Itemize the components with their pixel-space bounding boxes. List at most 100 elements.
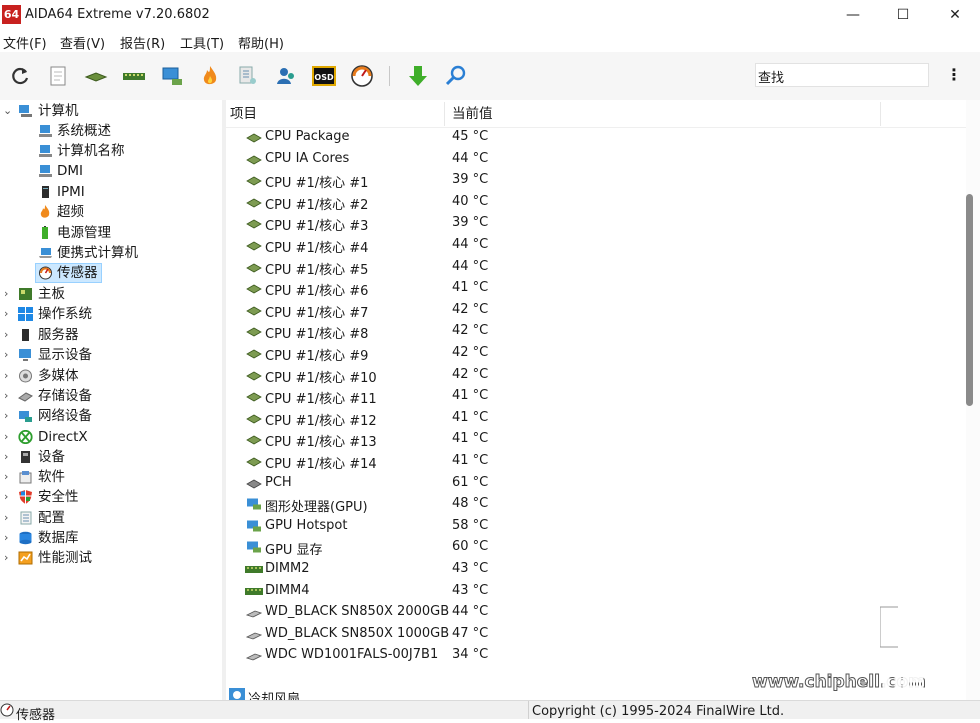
osd-icon[interactable]: OSD [312,64,336,88]
tree-item-dmi[interactable]: DMI [0,161,220,181]
tree-item-server[interactable]: › 服务器 [0,325,220,345]
tree-item-sensor[interactable]: 传感器 [35,263,102,283]
download-icon[interactable] [406,64,430,88]
expand-chevron-icon[interactable]: › [4,487,16,507]
sensor-row[interactable]: CPU #1/核心 #5 44 °C [226,257,966,279]
tree-item-devices[interactable]: › 设备 [0,447,220,467]
tree-item-database[interactable]: › 数据库 [0,528,220,548]
sensor-row[interactable]: CPU #1/核心 #11 41 °C [226,386,966,408]
tree-item-os[interactable]: › 操作系统 [0,304,220,324]
sensor-row[interactable]: CPU #1/核心 #9 42 °C [226,343,966,365]
tree-label: 操作系统 [38,306,92,322]
expand-chevron-icon[interactable]: › [4,528,16,548]
tree-item-motherboard[interactable]: › 主板 [0,284,220,304]
motherboard-icon[interactable] [84,64,108,88]
sensor-row[interactable]: CPU #1/核心 #10 42 °C [226,365,966,387]
user-icon[interactable] [274,64,298,88]
sensor-row[interactable]: CPU #1/核心 #7 42 °C [226,300,966,322]
tree-item-storage[interactable]: › 存储设备 [0,386,220,406]
sensor-row[interactable]: CPU #1/核心 #12 41 °C [226,408,966,430]
tree-label: 配置 [38,510,65,526]
search-icon[interactable] [444,64,468,88]
tree-item-config[interactable]: › 配置 [0,508,220,528]
tree-item-directx[interactable]: › DirectX [0,427,220,447]
network-icon[interactable] [236,64,260,88]
expand-chevron-icon[interactable]: › [4,467,16,487]
expand-chevron-icon[interactable]: › [4,508,16,528]
maximize-button[interactable]: ☐ [880,0,926,30]
tree-item-multimedia[interactable]: › 多媒体 [0,366,220,386]
tree-item-overclock[interactable]: 超频 [0,202,220,222]
more-options-button[interactable]: ⋮ [946,64,962,86]
tree-item-computer[interactable]: ⌄ 计算机 [0,101,220,121]
sensor-row[interactable]: CPU #1/核心 #8 42 °C [226,321,966,343]
expand-chevron-icon[interactable]: › [4,548,16,568]
computer-icon[interactable] [160,64,184,88]
expand-chevron-icon[interactable]: › [4,284,16,304]
column-header-item[interactable]: 项目 [230,102,445,126]
tree-label: 数据库 [38,530,79,546]
sensor-row[interactable]: WD_BLACK SN850X 1000GB 47 °C [226,624,966,646]
memory-icon[interactable] [122,64,146,88]
sensor-row[interactable]: 图形处理器(GPU) 48 °C [226,494,966,516]
expand-chevron-icon[interactable]: › [4,304,16,324]
tree-item-power-management[interactable]: 电源管理 [0,223,220,243]
sensor-row[interactable]: CPU #1/核心 #2 40 °C [226,192,966,214]
sensor-row[interactable]: DIMM2 43 °C [226,559,966,581]
sensor-cpu-icon [246,155,262,165]
tree-item-ipmi[interactable]: IPMI [0,182,220,202]
expand-chevron-icon[interactable]: › [4,345,16,365]
sensor-row[interactable]: CPU #1/核心 #4 44 °C [226,235,966,257]
menu-tools[interactable]: 工具(T) [180,33,224,52]
sensor-row[interactable]: CPU #1/核心 #1 39 °C [226,170,966,192]
expand-chevron-icon[interactable]: › [4,447,16,467]
sensor-row[interactable]: CPU #1/核心 #3 39 °C [226,213,966,235]
sensor-row[interactable]: PCH 61 °C [226,473,966,495]
tree-label: 便携式计算机 [57,245,138,261]
sensor-row[interactable]: CPU #1/核心 #14 41 °C [226,451,966,473]
expand-chevron-icon[interactable]: › [4,386,16,406]
tree-item-computer-name[interactable]: 计算机名称 [0,141,220,161]
sensor-row[interactable]: CPU IA Cores 44 °C [226,149,966,171]
network-icon [19,411,32,422]
menu-report[interactable]: 报告(R) [120,33,165,52]
column-header-value[interactable]: 当前值 [452,102,881,126]
drive-icon [18,392,33,402]
sensor-row[interactable]: CPU Package 45 °C [226,127,966,149]
sensor-row[interactable]: WD_BLACK SN850X 2000GB 44 °C [226,602,966,624]
tree-item-portable-computer[interactable]: 便携式计算机 [0,243,220,263]
expand-chevron-icon[interactable]: › [4,406,16,426]
tree-item-security[interactable]: › 安全性 [0,487,220,507]
expand-chevron-icon[interactable]: › [4,325,16,345]
computer-icon [39,145,52,157]
expand-chevron-icon[interactable]: › [4,427,16,447]
sensor-row[interactable]: CPU #1/核心 #6 41 °C [226,278,966,300]
gauge-icon[interactable] [350,64,374,88]
menu-view[interactable]: 查看(V) [60,33,105,52]
close-button[interactable]: ✕ [932,0,978,30]
tree-item-benchmark[interactable]: › 性能测试 [0,548,220,568]
sensor-cpu-icon [246,435,262,445]
vertical-scrollbar[interactable] [966,100,980,700]
search-input[interactable]: 查找 [755,63,929,87]
refresh-icon[interactable] [8,64,32,88]
report-icon[interactable] [46,64,70,88]
tree-item-software[interactable]: › 软件 [0,467,220,487]
sensor-row[interactable]: WDC WD1001FALS-00J7B1 34 °C [226,645,966,667]
sensor-row[interactable]: GPU 显存 60 °C [226,537,966,559]
tree-item-system-summary[interactable]: 系统概述 [0,121,220,141]
sensor-row[interactable]: GPU Hotspot 58 °C [226,516,966,538]
sensor-row[interactable]: CPU #1/核心 #13 41 °C [226,429,966,451]
sensor-value: 40 °C [452,193,489,209]
scrollbar-thumb[interactable] [966,194,973,406]
tree-item-display[interactable]: › 显示设备 [0,345,220,365]
tree-label: 多媒体 [38,368,79,384]
menu-file[interactable]: 文件(F) [3,33,47,52]
tree-item-network[interactable]: › 网络设备 [0,406,220,426]
sensor-row[interactable]: DIMM4 43 °C [226,581,966,603]
expand-chevron-icon[interactable]: › [4,366,16,386]
flame-icon[interactable] [198,64,222,88]
minimize-button[interactable]: — [830,0,876,30]
menu-help[interactable]: 帮助(H) [238,33,284,52]
collapse-chevron-icon[interactable]: ⌄ [3,101,15,121]
